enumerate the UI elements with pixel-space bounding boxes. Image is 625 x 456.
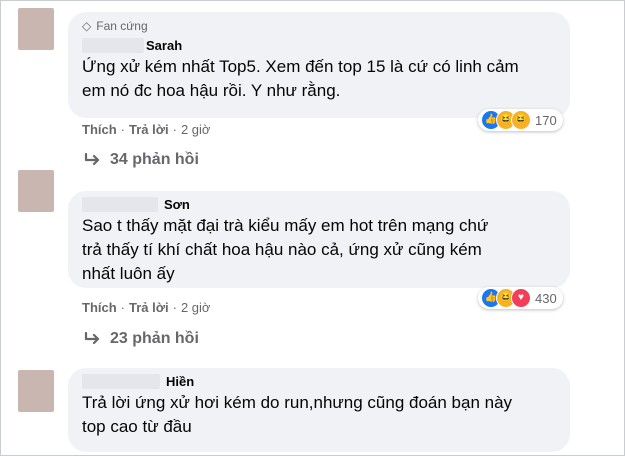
diamond-icon: ◇: [82, 19, 92, 33]
timestamp[interactable]: 2 giờ: [181, 300, 211, 315]
comment-actions: Thích · Trả lời · 2 giờ: [82, 300, 211, 315]
reply-arrow-icon: [84, 332, 100, 345]
avatar[interactable]: [18, 370, 54, 412]
comment-bubble: Sơn Sao t thấy mặt đại trà kiểu mấy em h…: [68, 191, 570, 288]
comment-text: Ứng xử kém nhất Top5. Xem đến top 15 là …: [82, 57, 519, 100]
comment-actions: Thích · Trả lời · 2 giờ: [82, 122, 211, 137]
reply-button[interactable]: Trả lời: [129, 122, 169, 137]
love-icon: ♥: [511, 288, 531, 308]
commenter-name[interactable]: Sarah: [82, 38, 556, 53]
comment-bubble: ◇ Fan cứng Sarah Ứng xử kém nhất Top5. X…: [68, 12, 570, 118]
like-button[interactable]: Thích: [82, 122, 117, 137]
like-button[interactable]: Thích: [82, 300, 117, 315]
redacted-name: [82, 197, 158, 212]
avatar[interactable]: [18, 170, 54, 212]
comment-text: Sao t thấy mặt đại trà kiểu mấy em hot t…: [82, 216, 489, 283]
avatar[interactable]: [18, 8, 54, 50]
reply-button[interactable]: Trả lời: [129, 300, 169, 315]
redacted-name: [82, 38, 144, 53]
reply-arrow-icon: [84, 153, 100, 166]
reaction-summary[interactable]: 👍 😆 😆 170: [478, 109, 563, 131]
redacted-name: [82, 374, 160, 389]
commenter-name[interactable]: Hiền: [82, 374, 556, 389]
haha-icon: 😆: [511, 110, 531, 130]
timestamp[interactable]: 2 giờ: [181, 122, 211, 137]
view-replies-link[interactable]: 34 phản hồi: [84, 151, 199, 169]
comment-text: Trả lời ứng xử hơi kém do run,nhưng cũng…: [82, 393, 513, 436]
badge-label: Fan cứng: [96, 19, 148, 33]
view-replies-link[interactable]: 23 phản hồi: [84, 330, 199, 348]
commenter-name[interactable]: Sơn: [82, 197, 556, 212]
reaction-summary[interactable]: 👍 😆 ♥ 430: [478, 287, 563, 309]
comment-bubble: Hiền Trả lời ứng xử hơi kém do run,nhưng…: [68, 368, 570, 452]
fan-badge: ◇ Fan cứng: [82, 18, 556, 34]
